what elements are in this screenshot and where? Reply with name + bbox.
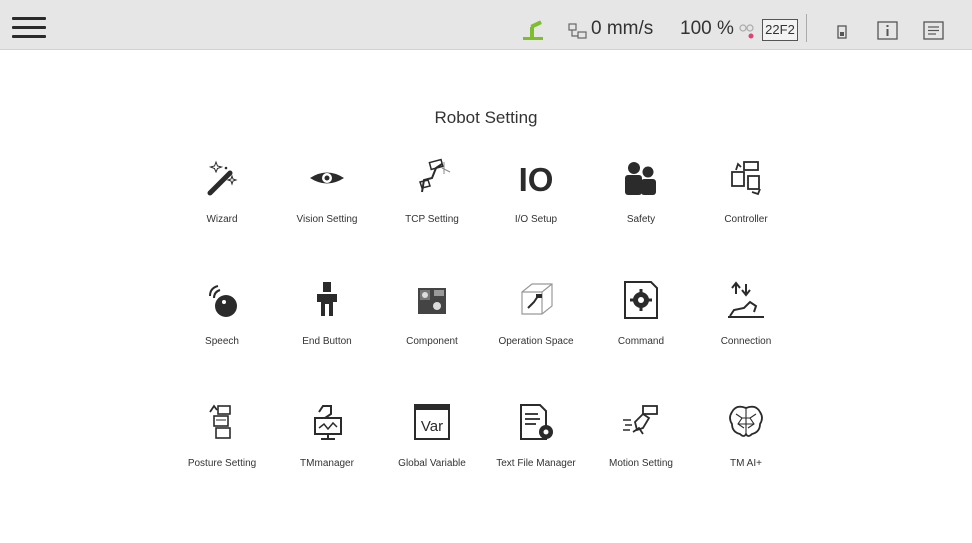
tile-label: Component	[406, 336, 458, 347]
tile-global-variable[interactable]: Var Global Variable	[382, 402, 482, 482]
eye-icon	[310, 172, 344, 184]
component-icon	[418, 288, 446, 314]
tcp-icon	[419, 158, 451, 193]
svg-text:Var: Var	[421, 418, 443, 435]
safety-icon	[625, 162, 656, 195]
tile-text-file-manager[interactable]: Text File Manager	[486, 402, 586, 482]
divider	[806, 14, 807, 42]
speed-value: 0 mm/s	[591, 18, 654, 39]
tile-tcp-setting[interactable]: TCP Setting	[382, 158, 482, 238]
tile-io-setup[interactable]: IO I/O Setup	[486, 158, 586, 238]
log-icon[interactable]	[923, 21, 945, 41]
tile-label: Vision Setting	[296, 214, 358, 225]
var-icon: Var	[414, 404, 450, 440]
tile-label: TCP Setting	[405, 214, 459, 225]
tile-connection[interactable]: Connection	[696, 280, 796, 360]
tile-speech[interactable]: Speech	[172, 280, 272, 360]
top-bar: 0 mm/s 100 % 22F2	[0, 0, 972, 50]
robot-id-badge: 22F2	[762, 19, 798, 41]
command-icon	[624, 281, 658, 319]
connection-icon	[728, 281, 764, 318]
speech-icon	[209, 285, 237, 317]
page-title: Robot Setting	[434, 108, 538, 127]
speed-percent: 100 %	[680, 18, 734, 39]
end-button-icon	[317, 282, 337, 316]
tile-operation-space[interactable]: Operation Space	[486, 280, 586, 360]
tile-component[interactable]: Component	[382, 280, 482, 360]
tile-end-button[interactable]: End Button	[277, 280, 377, 360]
tile-label: Posture Setting	[187, 458, 257, 469]
tile-tm-ai[interactable]: TM AI+	[696, 402, 796, 482]
tile-label: Speech	[205, 336, 239, 347]
tile-label: Motion Setting	[609, 458, 673, 469]
tile-wizard[interactable]: Wizard	[172, 158, 272, 238]
posture-icon	[209, 404, 231, 439]
speed-icon	[568, 23, 587, 39]
tile-controller[interactable]: Controller	[696, 158, 796, 238]
tile-safety[interactable]: Safety	[591, 158, 691, 238]
tile-label: Controller	[724, 214, 768, 225]
controller-icon	[731, 161, 761, 196]
tile-posture-setting[interactable]: Posture Setting	[172, 402, 272, 482]
robot-status-icon	[523, 20, 543, 40]
motion-icon	[623, 405, 658, 435]
tmmanager-icon	[314, 405, 342, 440]
tile-label: Safety	[626, 214, 656, 225]
menu-icon[interactable]	[12, 17, 46, 43]
tile-label: Operation Space	[498, 336, 574, 347]
tile-label: TM AI+	[730, 458, 762, 469]
text-file-icon	[520, 404, 553, 440]
tile-vision-setting[interactable]: Vision Setting	[277, 158, 377, 238]
tile-label: End Button	[302, 336, 352, 347]
tile-label: Text File Manager	[496, 458, 576, 469]
tile-motion-setting[interactable]: Motion Setting	[591, 402, 691, 482]
tile-label: Command	[617, 336, 665, 347]
tile-label: Connection	[720, 336, 772, 347]
tile-label: I/O Setup	[514, 214, 558, 225]
operation-space-icon	[521, 283, 553, 315]
tile-label: TMmanager	[300, 458, 354, 469]
battery-icon[interactable]	[836, 24, 848, 40]
connection-status-icon	[739, 24, 754, 39]
tile-tmmanager[interactable]: TMmanager	[277, 402, 377, 482]
brain-icon	[729, 405, 763, 437]
info-icon[interactable]	[877, 21, 899, 41]
svg-text:IO: IO	[519, 161, 554, 198]
tile-label: Wizard	[206, 214, 238, 225]
tile-command[interactable]: Command	[591, 280, 691, 360]
tile-label: Global Variable	[398, 458, 466, 469]
wizard-icon	[207, 160, 238, 196]
io-icon: IO	[519, 161, 554, 198]
